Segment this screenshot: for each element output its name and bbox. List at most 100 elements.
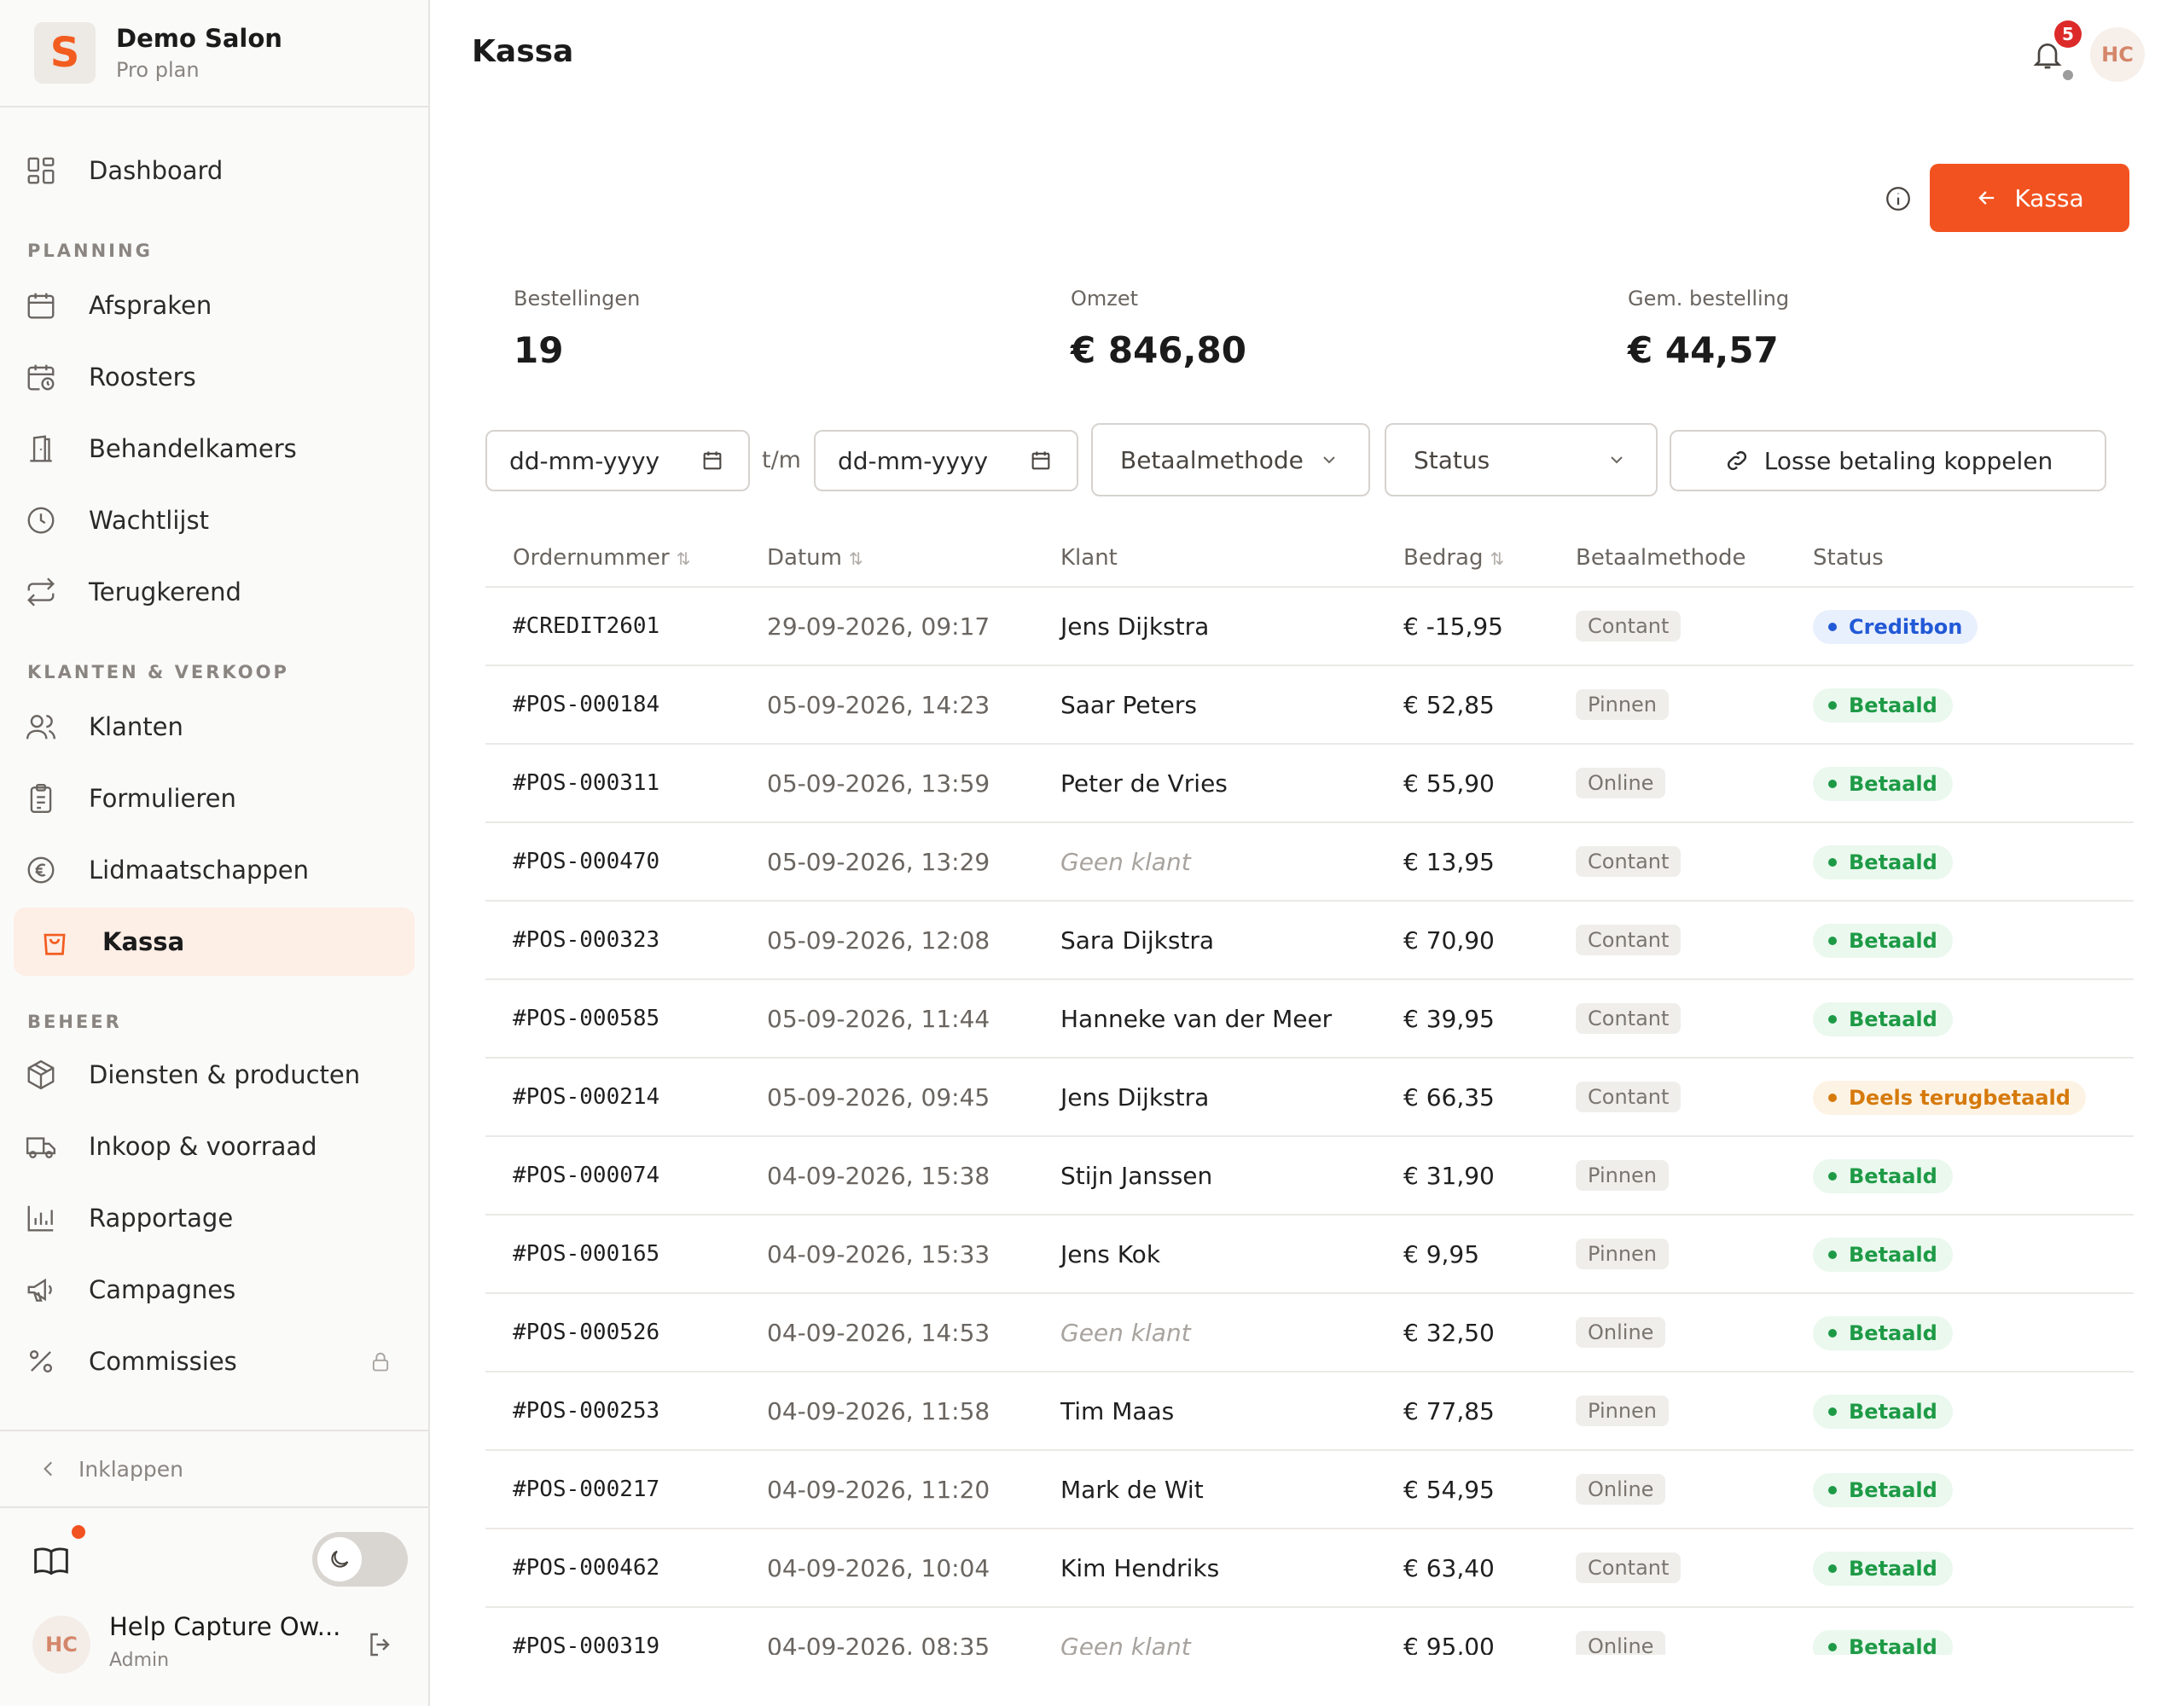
column-bedrag-header[interactable]: Bedrag ⇅ xyxy=(1376,529,1548,588)
sidebar-item-rapportage[interactable]: Rapportage xyxy=(14,1184,415,1252)
table-row[interactable]: #POS-000526 04-09-2026, 14:53 Geen klant € … xyxy=(485,1293,2134,1372)
date-from-input[interactable]: dd-mm-yyyy xyxy=(485,430,750,491)
status-dot xyxy=(1828,1407,1837,1416)
link-payment-button[interactable]: Losse betaling koppelen xyxy=(1670,430,2106,491)
table-row[interactable]: #POS-000462 04-09-2026, 10:04 Kim Hendriks… xyxy=(485,1529,2134,1608)
table-row[interactable]: #CREDIT2601 29-09-2026, 09:17 Jens Dijkstr… xyxy=(485,587,2134,666)
status-badge: Betaald xyxy=(1813,923,1953,958)
client-name[interactable]: Tim Maas xyxy=(1033,1372,1376,1451)
sidebar-item-roosters[interactable]: Roosters xyxy=(14,343,415,411)
table-row[interactable]: #POS-000165 04-09-2026, 15:33 Jens Kok € 9,… xyxy=(485,1215,2134,1294)
status-text: Betaald xyxy=(1849,1007,1937,1031)
client-name[interactable]: Hanneke van der Meer xyxy=(1033,979,1376,1059)
sidebar-item-kassa[interactable]: Kassa xyxy=(14,908,415,976)
arrow-left-icon xyxy=(1978,191,1995,205)
payment-method-cell: Contant xyxy=(1548,901,1786,980)
status-dot xyxy=(1828,1093,1837,1102)
info-icon[interactable] xyxy=(1884,184,1913,213)
column-betaalmethode-header: Betaalmethode xyxy=(1548,529,1786,588)
megaphone-icon xyxy=(22,1271,60,1309)
sort-icon[interactable]: ⇅ xyxy=(1490,548,1504,569)
order-number[interactable]: #POS-000319 xyxy=(485,1607,740,1655)
status-select[interactable]: Status xyxy=(1385,423,1658,496)
sidebar-item-lidmaatschappen[interactable]: Lidmaatschappen xyxy=(14,836,415,904)
table-row[interactable]: #POS-000217 04-09-2026, 11:20 Mark de Wit €… xyxy=(485,1450,2134,1529)
table-row[interactable]: #POS-000319 04-09-2026, 08:35 Geen klant € … xyxy=(485,1607,2134,1655)
order-number[interactable]: #POS-000323 xyxy=(485,901,740,980)
table-row[interactable]: #POS-000585 05-09-2026, 11:44 Hanneke van … xyxy=(485,979,2134,1059)
client-name[interactable]: Saar Peters xyxy=(1033,665,1376,745)
book-icon[interactable] xyxy=(32,1542,70,1580)
calendar-icon[interactable] xyxy=(700,449,724,473)
sort-icon[interactable]: ⇅ xyxy=(677,548,691,569)
sidebar-item-dashboard[interactable]: Dashboard xyxy=(14,136,415,205)
payment-method-select[interactable]: Betaalmethode xyxy=(1091,423,1370,496)
client-name[interactable]: Sara Dijkstra xyxy=(1033,901,1376,980)
table-row[interactable]: #POS-000184 05-09-2026, 14:23 Saar Peters €… xyxy=(485,665,2134,745)
status-text: Betaald xyxy=(1849,1242,1937,1267)
column-datum-header[interactable]: Datum ⇅ xyxy=(740,529,1033,588)
column-header-label: Klant xyxy=(1060,544,1118,571)
collapse-sidebar-button[interactable]: Inklappen xyxy=(0,1430,428,1508)
order-number[interactable]: #POS-000311 xyxy=(485,744,740,823)
sidebar-item-afspraken[interactable]: Afspraken xyxy=(14,271,415,339)
order-number[interactable]: #POS-000585 xyxy=(485,979,740,1059)
date-to-input[interactable]: dd-mm-yyyy xyxy=(814,430,1078,491)
client-name[interactable]: Jens Kok xyxy=(1033,1215,1376,1294)
logout-icon[interactable] xyxy=(365,1629,396,1660)
page-title: Kassa xyxy=(472,34,574,69)
order-number[interactable]: #POS-000470 xyxy=(485,822,740,902)
sidebar-item-label: Dashboard xyxy=(89,156,224,185)
status-text: Betaald xyxy=(1849,771,1937,796)
table-row[interactable]: #POS-000311 05-09-2026, 13:59 Peter de Vri… xyxy=(485,744,2134,823)
sidebar-item-diensten[interactable]: Diensten & producten xyxy=(14,1041,415,1109)
order-number[interactable]: #POS-000526 xyxy=(485,1293,740,1372)
table-row[interactable]: #POS-000253 04-09-2026, 11:58 Tim Maas € 77… xyxy=(485,1372,2134,1451)
order-number[interactable]: #POS-000253 xyxy=(485,1372,740,1451)
table-row[interactable]: #POS-000470 05-09-2026, 13:29 Geen klant € … xyxy=(485,822,2134,902)
order-number[interactable]: #POS-000462 xyxy=(485,1529,740,1608)
sidebar-item-behandelkamers[interactable]: Behandelkamers xyxy=(14,415,415,483)
table-row[interactable]: #POS-000214 05-09-2026, 09:45 Jens Dijkstr… xyxy=(485,1058,2134,1137)
sidebar-item-klanten[interactable]: Klanten xyxy=(14,693,415,761)
theme-toggle[interactable] xyxy=(312,1532,408,1587)
status-text: Betaald xyxy=(1849,693,1937,717)
client-name[interactable]: Jens Dijkstra xyxy=(1033,587,1376,666)
order-date: 05-09-2026, 13:29 xyxy=(740,822,1033,902)
sidebar-item-label: Campagnes xyxy=(89,1275,236,1304)
client-name[interactable]: Stijn Janssen xyxy=(1033,1136,1376,1216)
order-number[interactable]: #CREDIT2601 xyxy=(485,587,740,666)
client-name[interactable]: Mark de Wit xyxy=(1033,1450,1376,1529)
kassa-button[interactable]: Kassa xyxy=(1930,164,2129,232)
order-number[interactable]: #POS-000214 xyxy=(485,1058,740,1137)
brand-header[interactable]: S Demo Salon Pro plan xyxy=(0,0,428,107)
client-name[interactable]: Jens Dijkstra xyxy=(1033,1058,1376,1137)
header-avatar[interactable]: HC xyxy=(2090,27,2145,82)
order-number[interactable]: #POS-000184 xyxy=(485,665,740,745)
order-number[interactable]: #POS-000074 xyxy=(485,1136,740,1216)
column-ordernummer-header[interactable]: Ordernummer ⇅ xyxy=(485,529,740,588)
client-name[interactable]: Peter de Vries xyxy=(1033,744,1376,823)
user-avatar[interactable]: HC xyxy=(32,1616,90,1674)
order-number[interactable]: #POS-000165 xyxy=(485,1215,740,1294)
sidebar-item-commissies[interactable]: Commissies xyxy=(14,1327,415,1396)
order-date: 04-09-2026, 11:58 xyxy=(740,1372,1033,1451)
sidebar-item-inkoop[interactable]: Inkoop & voorraad xyxy=(14,1112,415,1181)
sidebar-item-wachtlijst[interactable]: Wachtlijst xyxy=(14,486,415,554)
order-number[interactable]: #POS-000217 xyxy=(485,1450,740,1529)
table-row[interactable]: #POS-000074 04-09-2026, 15:38 Stijn Jansse… xyxy=(485,1136,2134,1216)
client-name[interactable]: Kim Hendriks xyxy=(1033,1529,1376,1608)
order-date: 04-09-2026, 14:53 xyxy=(740,1293,1033,1372)
user-name: Help Capture Ow... xyxy=(109,1612,341,1641)
sidebar-item-formulieren[interactable]: Formulieren xyxy=(14,764,415,833)
status-cell: Betaald xyxy=(1786,822,2134,902)
sidebar-item-campagnes[interactable]: Campagnes xyxy=(14,1256,415,1324)
column-header-label: Status xyxy=(1813,544,1884,571)
table-row[interactable]: #POS-000323 05-09-2026, 12:08 Sara Dijkstr… xyxy=(485,901,2134,980)
calendar-icon[interactable] xyxy=(1029,449,1053,473)
sidebar-item-terugkerend[interactable]: Terugkerend xyxy=(14,558,415,626)
lock-icon xyxy=(372,1352,389,1372)
sort-icon[interactable]: ⇅ xyxy=(849,548,863,569)
payment-method-badge: Online xyxy=(1576,1474,1666,1505)
order-date: 29-09-2026, 09:17 xyxy=(740,587,1033,666)
